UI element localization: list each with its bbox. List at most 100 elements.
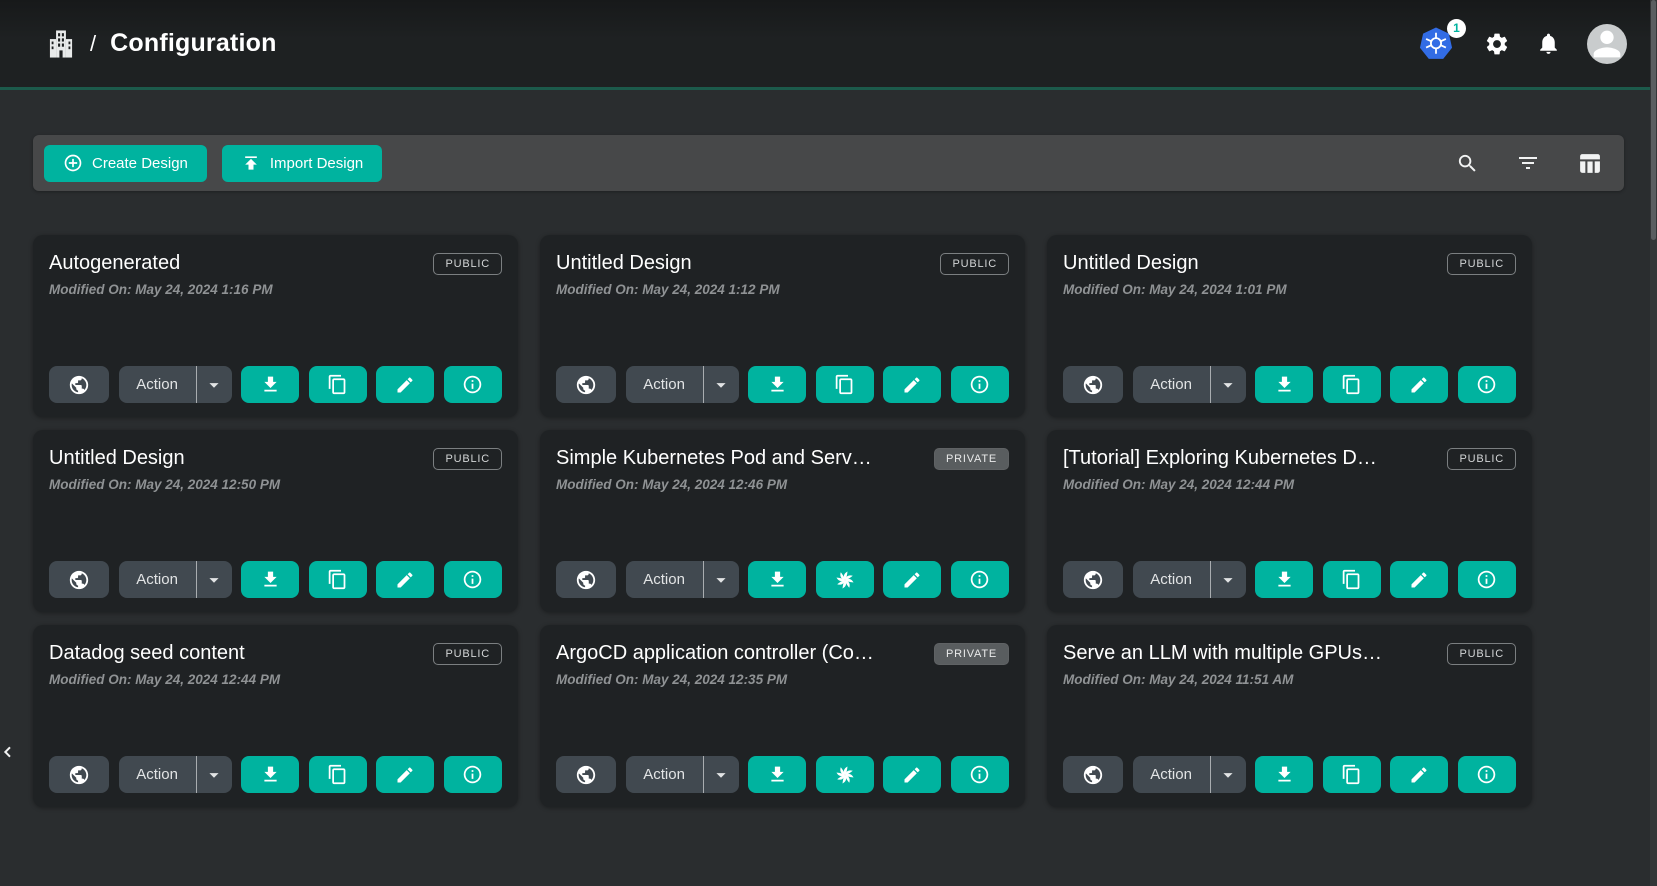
edit-button[interactable]	[376, 756, 434, 793]
edit-button[interactable]	[376, 561, 434, 598]
chevron-down-icon[interactable]	[704, 366, 739, 403]
visibility-globe-button[interactable]	[49, 366, 109, 403]
info-button[interactable]	[1458, 561, 1516, 598]
edit-button[interactable]	[1390, 366, 1448, 403]
action-button-label[interactable]: Action	[626, 561, 703, 598]
action-button-label[interactable]: Action	[1133, 561, 1210, 598]
visibility-globe-button[interactable]	[49, 561, 109, 598]
search-icon[interactable]	[1456, 152, 1479, 175]
chevron-down-icon[interactable]	[197, 561, 232, 598]
kanvas-spiral-button[interactable]	[816, 561, 874, 598]
organization-icon[interactable]	[46, 28, 76, 60]
action-split-button[interactable]: Action	[626, 561, 739, 598]
download-button[interactable]	[748, 366, 806, 403]
edit-button[interactable]	[1390, 561, 1448, 598]
action-split-button[interactable]: Action	[1133, 366, 1246, 403]
action-button-label[interactable]: Action	[119, 366, 196, 403]
info-button[interactable]	[444, 366, 502, 403]
design-title: Autogenerated	[49, 250, 421, 275]
chevron-down-icon[interactable]	[1211, 756, 1246, 793]
clone-button[interactable]	[1323, 366, 1381, 403]
globe-icon	[575, 764, 597, 786]
download-button[interactable]	[241, 366, 299, 403]
bell-icon[interactable]	[1536, 31, 1561, 56]
action-split-button[interactable]: Action	[119, 756, 232, 793]
kubernetes-context-chip[interactable]: 1	[1418, 25, 1458, 63]
action-split-button[interactable]: Action	[626, 366, 739, 403]
info-button[interactable]	[444, 561, 502, 598]
gear-icon[interactable]	[1484, 31, 1510, 57]
clone-button[interactable]	[816, 366, 874, 403]
download-button[interactable]	[241, 756, 299, 793]
avatar[interactable]	[1587, 24, 1627, 64]
design-title: Untitled Design	[556, 250, 928, 275]
clone-button[interactable]	[309, 366, 367, 403]
edit-button[interactable]	[376, 366, 434, 403]
info-icon	[969, 764, 990, 785]
action-button-label[interactable]: Action	[626, 756, 703, 793]
chevron-down-icon[interactable]	[197, 756, 232, 793]
visibility-globe-button[interactable]	[556, 561, 616, 598]
download-button[interactable]	[1255, 756, 1313, 793]
visibility-globe-button[interactable]	[556, 756, 616, 793]
edit-button[interactable]	[1390, 756, 1448, 793]
info-button[interactable]	[1458, 366, 1516, 403]
scrollbar-track[interactable]	[1650, 0, 1657, 886]
download-button[interactable]	[1255, 366, 1313, 403]
scrollbar-thumb[interactable]	[1651, 0, 1656, 240]
action-split-button[interactable]: Action	[626, 756, 739, 793]
visibility-globe-button[interactable]	[1063, 366, 1123, 403]
import-design-button[interactable]: Import Design	[222, 145, 382, 182]
edit-button[interactable]	[883, 366, 941, 403]
clone-button[interactable]	[1323, 756, 1381, 793]
card-header: ArgoCD application controller (Co… PRIVA…	[556, 640, 1009, 665]
person-icon	[1587, 24, 1627, 64]
action-button-label[interactable]: Action	[119, 561, 196, 598]
visibility-globe-button[interactable]	[556, 366, 616, 403]
download-button[interactable]	[1255, 561, 1313, 598]
action-button-label[interactable]: Action	[119, 756, 196, 793]
table-view-icon[interactable]	[1577, 151, 1602, 176]
action-split-button[interactable]: Action	[119, 366, 232, 403]
download-button[interactable]	[748, 756, 806, 793]
action-button-label[interactable]: Action	[1133, 366, 1210, 403]
visibility-globe-button[interactable]	[1063, 561, 1123, 598]
visibility-globe-button[interactable]	[1063, 756, 1123, 793]
info-button[interactable]	[951, 366, 1009, 403]
clone-button[interactable]	[1323, 561, 1381, 598]
modified-timestamp: Modified On: May 24, 2024 1:16 PM	[49, 282, 502, 297]
filter-icon[interactable]	[1516, 151, 1540, 175]
clone-button[interactable]	[309, 756, 367, 793]
chevron-down-icon[interactable]	[704, 756, 739, 793]
action-button-label[interactable]: Action	[626, 366, 703, 403]
chevron-down-icon[interactable]	[197, 366, 232, 403]
info-button[interactable]	[444, 756, 502, 793]
action-split-button[interactable]: Action	[119, 561, 232, 598]
card-header: Datadog seed content PUBLIC	[49, 640, 502, 665]
clone-button[interactable]	[309, 561, 367, 598]
download-icon	[260, 764, 281, 785]
action-button-label[interactable]: Action	[1133, 756, 1210, 793]
globe-icon	[68, 569, 90, 591]
download-button[interactable]	[748, 561, 806, 598]
chevron-left-icon	[0, 740, 16, 764]
action-split-button[interactable]: Action	[1133, 756, 1246, 793]
upload-icon	[241, 153, 261, 173]
info-button[interactable]	[1458, 756, 1516, 793]
edit-button[interactable]	[883, 561, 941, 598]
download-button[interactable]	[241, 561, 299, 598]
info-button[interactable]	[951, 561, 1009, 598]
download-icon	[1274, 569, 1295, 590]
design-card: [Tutorial] Exploring Kubernetes D… PUBLI…	[1047, 430, 1532, 612]
kanvas-spiral-button[interactable]	[816, 756, 874, 793]
create-design-button[interactable]: Create Design	[44, 145, 207, 182]
card-action-row: Action	[556, 366, 1009, 403]
edit-button[interactable]	[883, 756, 941, 793]
sidebar-expand-handle[interactable]	[0, 732, 22, 772]
chevron-down-icon[interactable]	[1211, 561, 1246, 598]
info-button[interactable]	[951, 756, 1009, 793]
chevron-down-icon[interactable]	[1211, 366, 1246, 403]
chevron-down-icon[interactable]	[704, 561, 739, 598]
action-split-button[interactable]: Action	[1133, 561, 1246, 598]
visibility-globe-button[interactable]	[49, 756, 109, 793]
